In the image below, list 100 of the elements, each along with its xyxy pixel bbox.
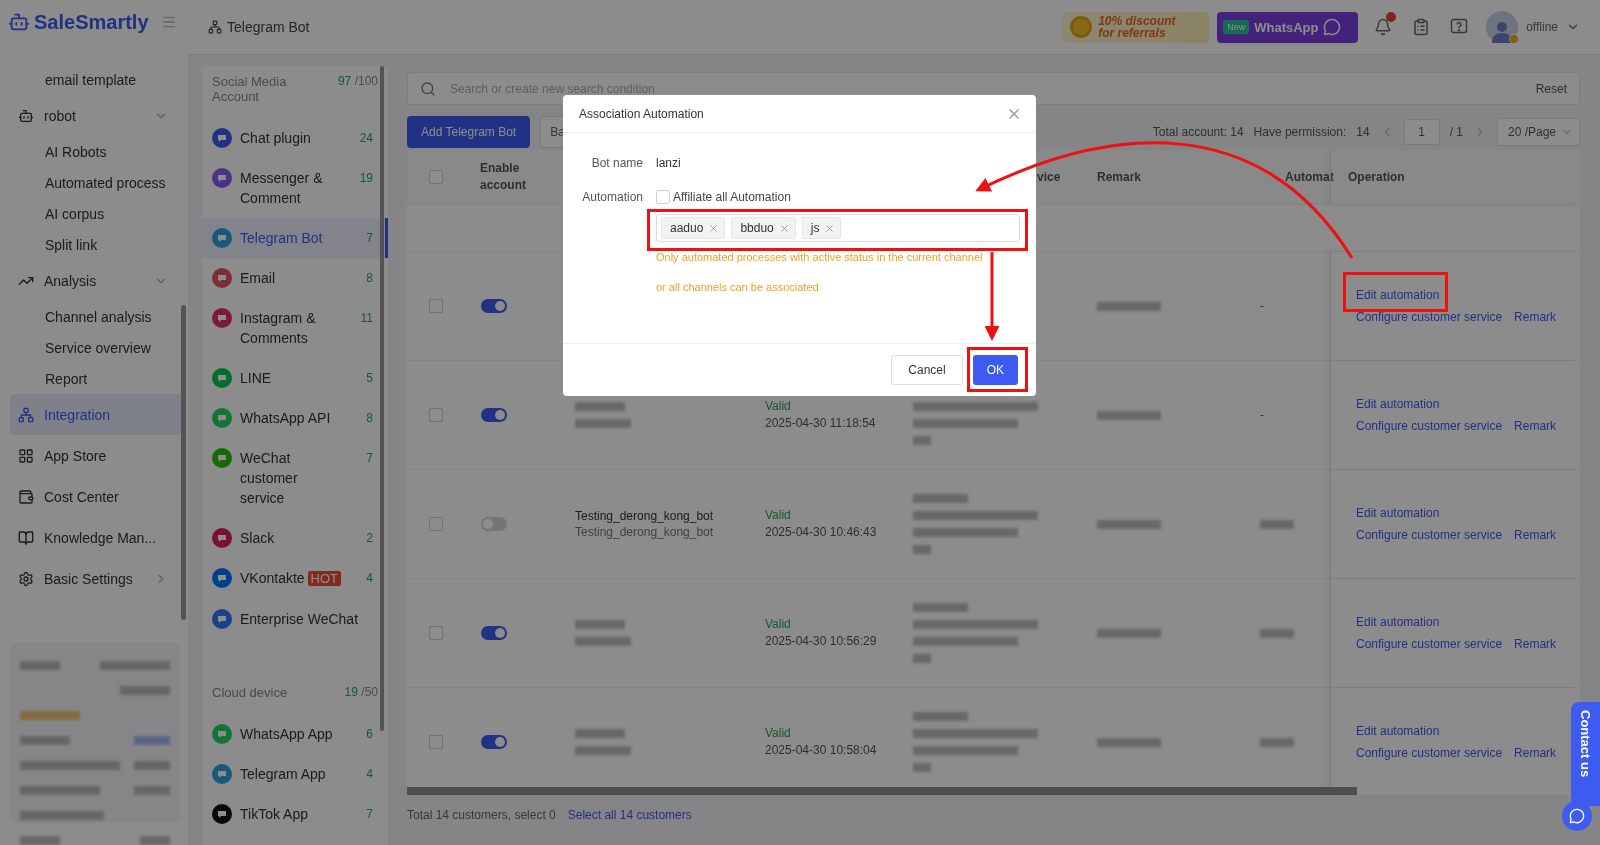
nav-item[interactable]: Integration <box>10 394 182 435</box>
field-label: Bot name <box>590 155 643 172</box>
chat-button[interactable] <box>1562 801 1592 831</box>
edit-automation-link[interactable]: Edit automation <box>1356 615 1440 629</box>
tag-select-field[interactable]: aaduo bbduo js <box>656 214 1020 242</box>
channel-icon <box>212 724 232 744</box>
checkbox[interactable] <box>429 299 443 313</box>
nav-item[interactable]: robot <box>0 95 188 136</box>
channel-count: 7 <box>366 450 373 467</box>
reset-link[interactable]: Reset <box>1535 81 1567 96</box>
configure-link[interactable]: Configure customer service <box>1356 310 1503 324</box>
channel-item[interactable]: WhatsApp API 8 <box>202 398 388 438</box>
channel-item[interactable]: Chat plugin 24 <box>202 118 388 158</box>
book-icon <box>18 529 34 546</box>
channel-icon <box>212 268 232 288</box>
blurred-text <box>913 763 931 772</box>
toggle-switch[interactable] <box>481 626 507 640</box>
hot-badge: HOT <box>307 571 342 586</box>
nav-item[interactable]: AI Robots <box>0 136 188 167</box>
ok-button[interactable]: OK <box>972 355 1018 385</box>
blurred-text <box>913 603 968 612</box>
avatar[interactable] <box>1486 11 1519 43</box>
page-total: / 1 <box>1449 125 1463 139</box>
time-text: 2025-04-30 10:46:43 <box>765 524 878 541</box>
tag[interactable]: bbduo <box>731 217 796 239</box>
coin-icon <box>1070 16 1093 38</box>
page-input[interactable]: 1 <box>1403 119 1440 145</box>
channel-item[interactable]: Enterprise WeChat <box>202 599 388 639</box>
remove-icon[interactable] <box>778 222 790 234</box>
checkbox[interactable] <box>429 626 443 640</box>
channel-item[interactable]: Telegram Bot 7 <box>202 218 388 258</box>
scrollbar-thumb[interactable] <box>380 66 384 731</box>
section-title: Cloud device <box>212 685 288 700</box>
remove-icon[interactable] <box>824 222 836 234</box>
nav-item[interactable]: email template <box>0 64 188 95</box>
remark-link[interactable]: Remark <box>1514 310 1557 324</box>
channel-item[interactable]: VKontakte HOT 4 <box>202 558 388 599</box>
checkbox[interactable] <box>429 408 443 422</box>
whatsapp-banner[interactable]: New WhatsApp <box>1217 11 1359 43</box>
scrollbar-thumb[interactable] <box>181 305 186 620</box>
edit-automation-link[interactable]: Edit automation <box>1356 397 1440 411</box>
channel-icon <box>212 568 232 588</box>
channel-item[interactable]: Email 8 <box>202 258 388 298</box>
page-size-select[interactable]: 20 /Page <box>1497 118 1580 146</box>
menu-icon[interactable] <box>160 14 177 30</box>
cancel-button[interactable]: Cancel <box>891 355 963 385</box>
grid-icon <box>18 447 34 464</box>
checkbox[interactable] <box>656 190 670 204</box>
status-text: Valid <box>765 616 792 633</box>
select-all-link[interactable]: Select all 14 customers <box>567 808 692 822</box>
search-icon <box>420 80 436 97</box>
edit-automation-link[interactable]: Edit automation <box>1356 506 1440 520</box>
configure-link[interactable]: Configure customer service <box>1356 637 1503 651</box>
channel-item[interactable]: Telegram App 4 <box>202 754 388 794</box>
nav-item[interactable]: Automated process <box>0 167 188 198</box>
hint-text: Only automated processes with active status in the current channel or all channels can be associated <box>656 250 984 295</box>
user-status[interactable]: offline <box>1526 20 1558 34</box>
channel-item[interactable]: Slack 2 <box>202 518 388 558</box>
checkbox[interactable] <box>429 735 443 749</box>
edit-automation-link[interactable]: Edit automation <box>1356 288 1440 302</box>
remark-link[interactable]: Remark <box>1514 419 1557 433</box>
toggle-switch[interactable] <box>481 408 507 422</box>
blurred-text <box>1097 410 1161 420</box>
channel-item[interactable]: TikTok App 7 <box>202 794 388 834</box>
configure-link[interactable]: Configure customer service <box>1356 746 1503 760</box>
channel-item[interactable]: LINE 5 <box>202 358 388 398</box>
nav-item[interactable]: AI corpus <box>0 198 188 229</box>
contact-tab[interactable]: Contact us <box>1571 702 1600 806</box>
section-count: 19 /50 <box>344 685 378 700</box>
configure-link[interactable]: Configure customer service <box>1356 419 1503 433</box>
time-text: 2025-04-30 10:58:04 <box>765 742 878 759</box>
remove-icon[interactable] <box>708 222 720 234</box>
channel-icon <box>212 804 232 824</box>
tag[interactable]: js <box>801 217 842 239</box>
toggle-switch[interactable] <box>481 299 507 313</box>
nav-item[interactable]: Split link <box>0 229 188 260</box>
blurred-text <box>120 686 170 695</box>
channel-item[interactable]: WhatsApp App 6 <box>202 714 388 754</box>
configure-link[interactable]: Configure customer service <box>1356 528 1503 542</box>
edit-automation-link[interactable]: Edit automation <box>1356 724 1440 738</box>
remark-link[interactable]: Remark <box>1514 528 1557 542</box>
nav-item[interactable]: Analysis <box>0 260 188 301</box>
remark-link[interactable]: Remark <box>1514 637 1557 651</box>
channel-icon <box>212 308 232 328</box>
channel-item[interactable]: Instagram & Comments 11 <box>202 298 388 358</box>
channel-item[interactable]: WeChat customer service 7 <box>202 438 388 518</box>
blurred-text <box>1260 519 1294 529</box>
checkbox[interactable] <box>429 517 443 531</box>
checkbox[interactable] <box>429 170 443 184</box>
channel-count: 6 <box>366 726 373 743</box>
column-header: Remark <box>1096 169 1143 186</box>
toggle-switch[interactable] <box>481 735 507 749</box>
tag[interactable]: aaduo <box>661 217 726 239</box>
channel-count: 5 <box>366 370 373 387</box>
remark-link[interactable]: Remark <box>1514 746 1557 760</box>
scrollbar-thumb[interactable] <box>407 787 1357 795</box>
add-button[interactable]: Add Telegram Bot <box>407 116 531 148</box>
column-header: vice <box>1036 169 1062 186</box>
blurred-text <box>1260 737 1294 747</box>
channel-item[interactable]: Messenger & Comment 19 <box>202 158 388 218</box>
